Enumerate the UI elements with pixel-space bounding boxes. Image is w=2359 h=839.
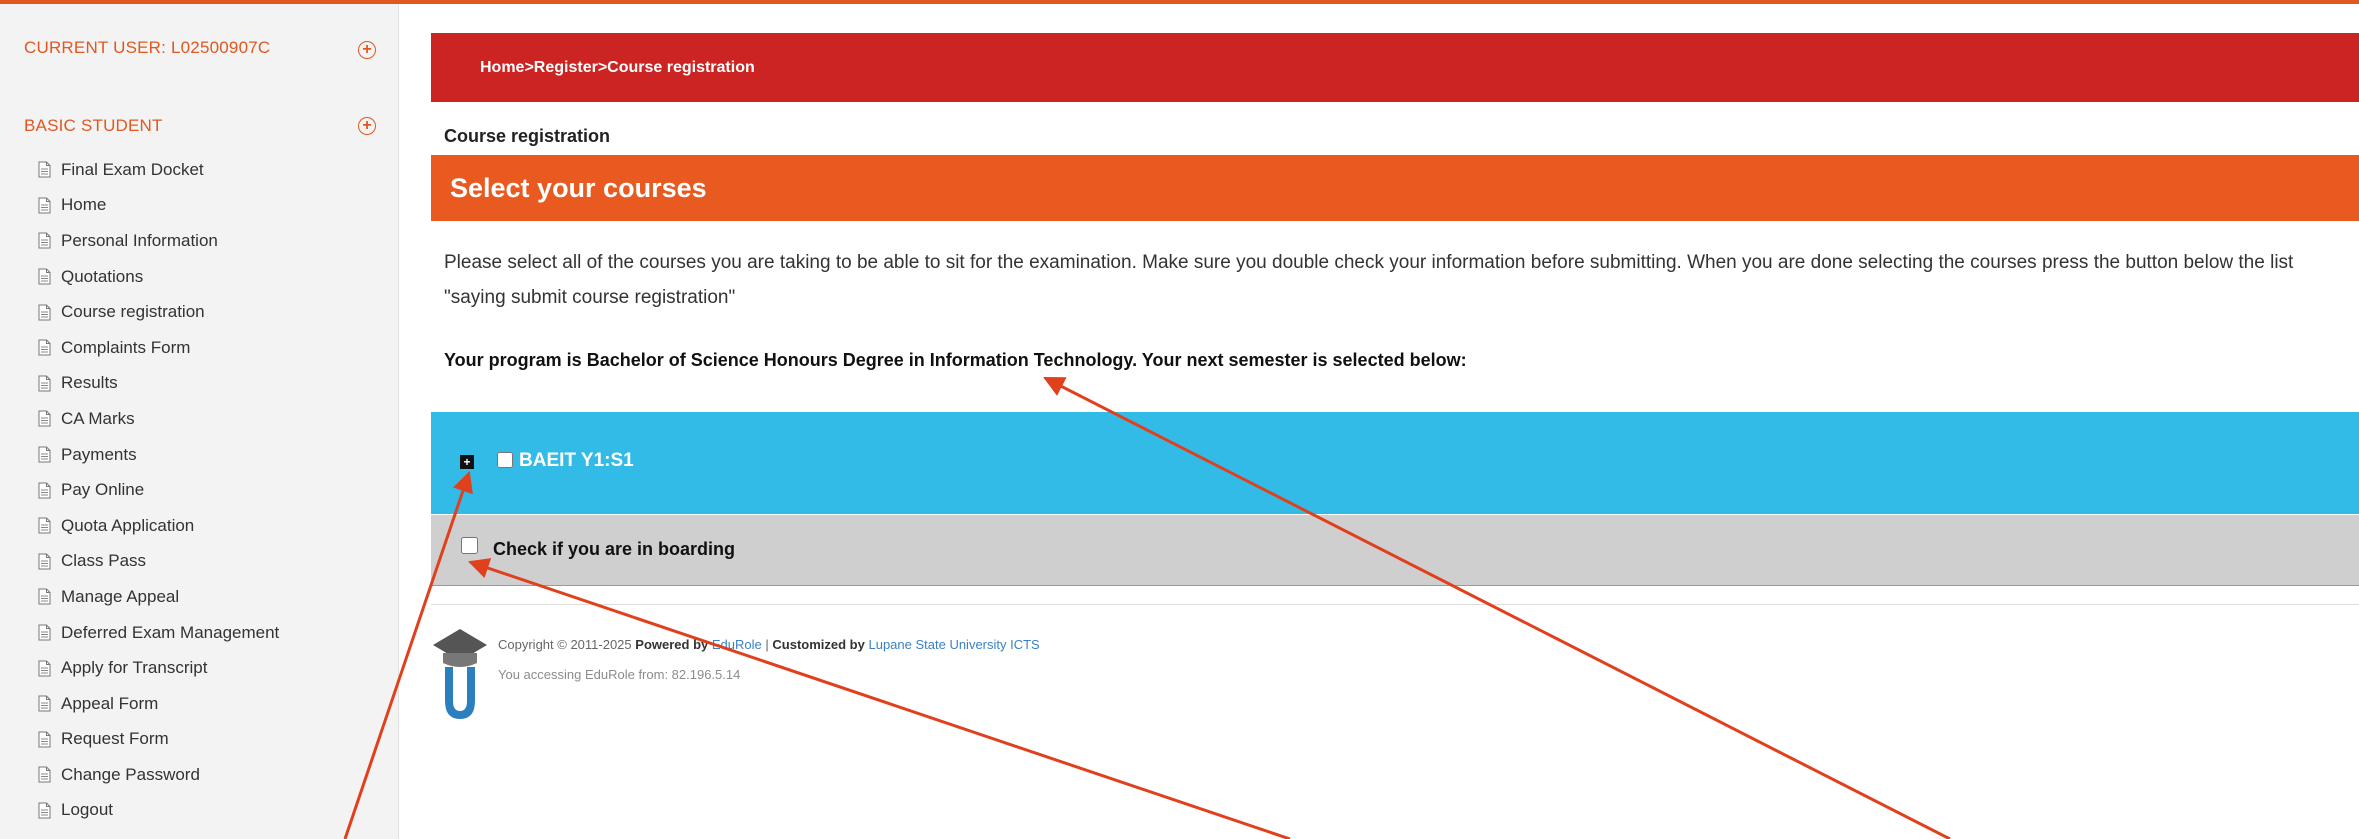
sidebar-item-label: Manage Appeal [61,586,180,606]
basic-student-expand-icon[interactable]: + [358,117,376,135]
sidebar-item-label: Payments [61,444,137,464]
section-basic-student[interactable]: BASIC STUDENT [24,114,163,138]
semester-checkbox[interactable] [497,452,513,468]
sidebar-item-quota-application[interactable]: Quota Application [38,508,378,544]
document-icon [38,232,51,249]
sidebar: CURRENT USER: L02500907C + BASIC STUDENT… [0,4,399,839]
document-icon [38,375,51,392]
instructions-text: Please select all of the courses you are… [444,252,2294,308]
page-title: Course registration [444,126,611,146]
document-icon [38,695,51,712]
sidebar-item-home[interactable]: Home [38,188,378,224]
sidebar-item-label: CA Marks [61,408,135,428]
program-info: Your program is Bachelor of Science Hono… [444,350,1467,370]
document-icon [38,802,51,819]
document-icon [38,304,51,321]
footer-divider [431,604,2359,605]
sidebar-item-course-registration[interactable]: Course registration [38,294,378,330]
footer-separator: | [765,637,769,652]
sidebar-item-label: Pay Online [61,480,145,500]
sidebar-item-label: Home [61,195,107,215]
sidebar-item-label: Appeal Form [61,693,159,713]
sidebar-item-payments[interactable]: Payments [38,437,378,473]
sidebar-nav: Final Exam Docket Home Personal Informatio… [38,152,378,828]
select-courses-header: Select your courses [431,155,2359,221]
sidebar-item-ca-marks[interactable]: CA Marks [38,401,378,437]
powered-by-label: Powered by [635,637,709,652]
sidebar-item-label: Results [61,373,118,393]
document-icon [38,660,51,677]
sidebar-item-manage-appeal[interactable]: Manage Appeal [38,579,378,615]
document-icon [38,410,51,427]
sidebar-item-change-password[interactable]: Change Password [38,757,378,793]
boarding-row: Check if you are in boarding [431,515,2359,586]
document-icon [38,731,51,748]
sidebar-item-final-exam-docket[interactable]: Final Exam Docket [38,152,378,188]
copyright-prefix: Copyright © 2011-2025 [498,637,632,652]
edurole-link[interactable]: EduRole [712,637,762,652]
current-user-label: CURRENT USER: L02500907C [24,38,271,57]
document-icon [38,482,51,499]
semester-row: + BAEIT Y1:S1 [431,412,2359,514]
lsu-icts-link[interactable]: Lupane State University ICTS [868,637,1039,652]
customized-by-label: Customized by [772,637,865,652]
document-icon [38,339,51,356]
document-icon [38,766,51,783]
sidebar-item-logout[interactable]: Logout [38,793,378,829]
document-icon [38,588,51,605]
sidebar-item-label: Personal Information [61,230,218,250]
copyright-text: Copyright © 2011-2025 Powered by EduRole… [498,637,1040,652]
sidebar-item-label: Complaints Form [61,337,191,357]
select-courses-title: Select your courses [450,173,707,203]
sidebar-item-label: Change Password [61,764,200,784]
sidebar-item-personal-information[interactable]: Personal Information [38,223,378,259]
sidebar-item-label: Request Form [61,729,169,749]
sidebar-item-quotations[interactable]: Quotations [38,259,378,295]
semester-label: BAEIT Y1:S1 [519,450,634,471]
sidebar-item-label: Deferred Exam Management [61,622,280,642]
main-content: Home>Register>Course registration Course… [431,0,2359,839]
sidebar-item-label: Quota Application [61,515,195,535]
sidebar-item-label: Apply for Transcript [61,658,208,678]
sidebar-item-request-form[interactable]: Request Form [38,722,378,758]
boarding-checkbox[interactable] [461,537,478,554]
sidebar-item-apply-for-transcript[interactable]: Apply for Transcript [38,650,378,686]
current-user-expand-icon[interactable]: + [358,41,376,59]
sidebar-item-appeal-form[interactable]: Appeal Form [38,686,378,722]
edurole-logo [433,629,487,719]
sidebar-item-pay-online[interactable]: Pay Online [38,472,378,508]
document-icon [38,268,51,285]
access-info: You accessing EduRole from: 82.196.5.14 [498,667,741,682]
sidebar-item-label: Course registration [61,302,205,322]
sidebar-item-results[interactable]: Results [38,366,378,402]
sidebar-item-label: Final Exam Docket [61,159,204,179]
document-icon [38,197,51,214]
sidebar-item-deferred-exam-management[interactable]: Deferred Exam Management [38,615,378,651]
sidebar-item-label: Class Pass [61,551,147,571]
document-icon [38,161,51,178]
sidebar-item-class-pass[interactable]: Class Pass [38,544,378,580]
document-icon [38,553,51,570]
document-icon [38,446,51,463]
sidebar-item-label: Quotations [61,266,144,286]
document-icon [38,517,51,534]
sidebar-item-complaints-form[interactable]: Complaints Form [38,330,378,366]
sidebar-item-label: Logout [61,800,113,820]
breadcrumb-bar: Home>Register>Course registration [431,33,2359,102]
expand-plus-icon[interactable]: + [460,455,474,469]
boarding-label: Check if you are in boarding [493,539,736,559]
document-icon [38,624,51,641]
breadcrumb[interactable]: Home>Register>Course registration [480,33,755,102]
